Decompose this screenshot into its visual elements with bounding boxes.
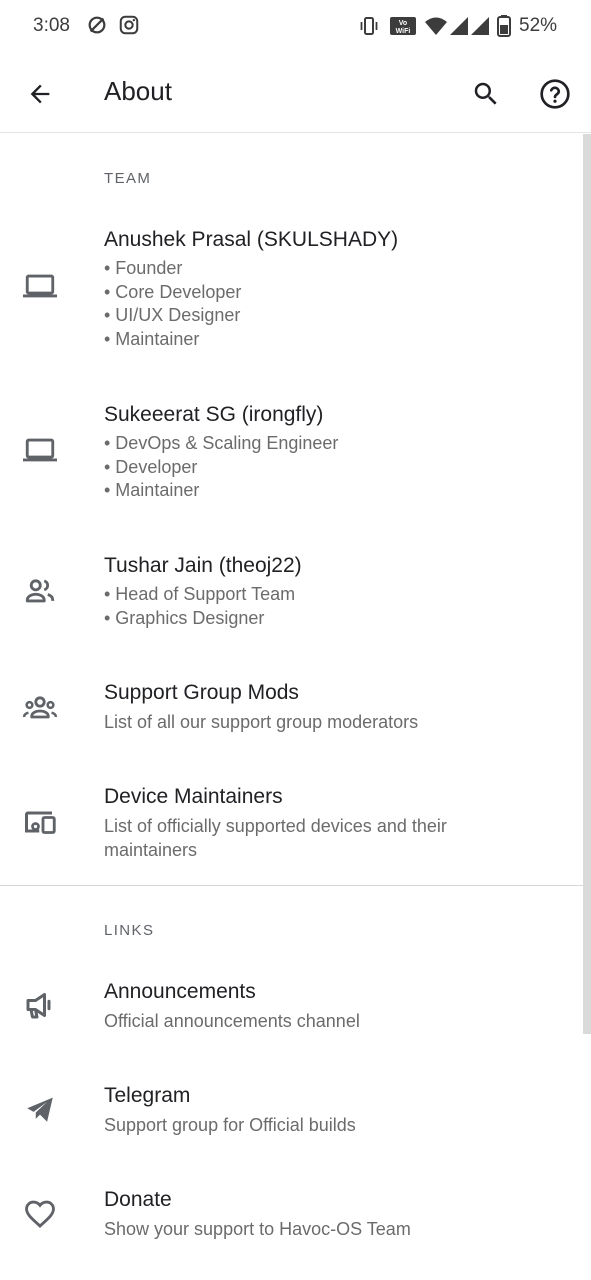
help-button[interactable] — [535, 74, 575, 114]
devices-icon — [22, 804, 58, 840]
item-title: Sukeeerat SG (irongfly) — [104, 403, 324, 426]
megaphone-icon — [22, 987, 58, 1023]
back-button[interactable] — [20, 74, 60, 114]
item-subtitle: List of officially supported devices and… — [104, 816, 447, 860]
team-member-sukeeerat[interactable]: Sukeeerat SG (irongfly) • DevOps & Scali… — [0, 391, 583, 521]
svg-text:Vo: Vo — [399, 20, 407, 27]
heart-icon — [22, 1196, 58, 1232]
support-group-mods-item[interactable]: Support Group Mods List of all our suppo… — [0, 670, 583, 750]
donate-item[interactable]: Donate Show your support to Havoc-OS Tea… — [0, 1177, 583, 1257]
arrow-back-icon — [26, 80, 54, 108]
search-button[interactable] — [466, 74, 506, 114]
laptop-icon — [22, 432, 58, 468]
dnd-off-icon — [86, 14, 108, 36]
item-roles: • DevOps & Scaling Engineer • Developer … — [104, 432, 338, 503]
send-icon — [22, 1091, 58, 1127]
role-line: • UI/UX Designer — [104, 305, 241, 325]
section-divider — [0, 885, 591, 886]
role-line: • Maintainer — [104, 480, 200, 500]
page-title: About — [104, 76, 172, 106]
people-icon — [22, 573, 58, 609]
item-title: Support Group Mods — [104, 681, 299, 704]
item-title: Tushar Jain (theoj22) — [104, 554, 302, 577]
item-title: Device Maintainers — [104, 785, 283, 808]
help-icon — [539, 78, 571, 110]
device-maintainers-item[interactable]: Device Maintainers List of officially su… — [0, 774, 583, 874]
role-line: • Founder — [104, 258, 183, 278]
role-line: • Developer — [104, 456, 198, 477]
groups-icon — [22, 690, 58, 726]
scrollbar[interactable] — [583, 134, 591, 1034]
item-roles: • Founder • Core Developer • UI/UX Desig… — [104, 257, 241, 351]
item-title: Telegram — [104, 1084, 191, 1107]
status-bar: 3:08 Vo WiFi 52% — [0, 0, 591, 56]
telegram-item[interactable]: Telegram Support group for Official buil… — [0, 1073, 583, 1153]
battery-percent: 52% — [519, 15, 558, 36]
role-line: • Graphics Designer — [104, 607, 265, 628]
item-title: Announcements — [104, 980, 256, 1003]
role-line: • DevOps & Scaling Engineer — [104, 433, 339, 453]
wifi-icon — [424, 14, 448, 38]
signal-icon — [449, 14, 491, 38]
role-line: • Head of Support Team — [104, 584, 296, 604]
battery-icon — [496, 14, 512, 38]
section-header-links: LINKS — [104, 922, 155, 939]
role-line: • Core Developer — [104, 281, 242, 302]
item-title: Anushek Prasal (SKULSHADY) — [104, 228, 399, 251]
item-subtitle: Show your support to Havoc-OS Team — [104, 1219, 411, 1239]
laptop-icon — [22, 268, 58, 304]
item-subtitle: Official announcements channel — [104, 1011, 360, 1031]
item-subtitle: List of all our support group moderators — [104, 712, 419, 732]
announcements-item[interactable]: Announcements Official announcements cha… — [0, 969, 583, 1049]
instagram-icon — [118, 14, 140, 36]
svg-text:WiFi: WiFi — [396, 28, 411, 35]
search-icon — [471, 79, 501, 109]
team-member-tushar[interactable]: Tushar Jain (theoj22) • Head of Support … — [0, 542, 583, 648]
status-time: 3:08 — [33, 15, 70, 36]
item-roles: • Head of Support Team • Graphics Design… — [104, 583, 295, 630]
vibrate-icon — [357, 14, 381, 38]
item-subtitle: Support group for Official builds — [104, 1115, 356, 1135]
item-title: Donate — [104, 1188, 172, 1211]
section-header-team: TEAM — [104, 170, 152, 187]
team-member-anushek[interactable]: Anushek Prasal (SKULSHADY) • Founder • C… — [0, 216, 583, 366]
vowifi-icon: Vo WiFi — [389, 14, 417, 38]
app-bar: About — [0, 56, 591, 133]
role-line: • Maintainer — [104, 328, 200, 349]
